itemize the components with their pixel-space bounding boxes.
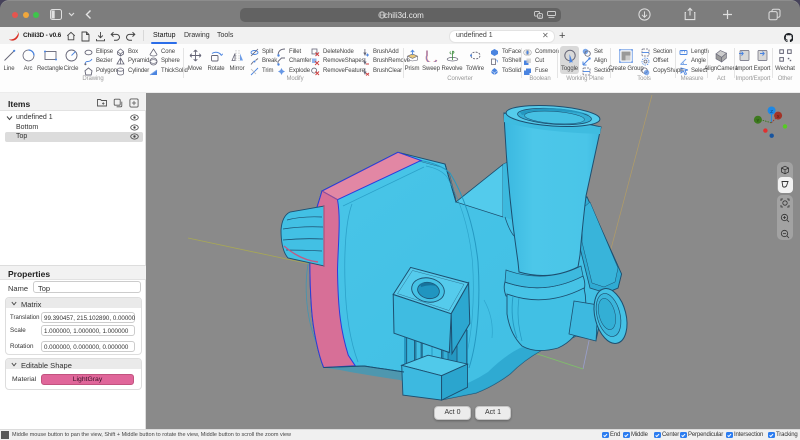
svg-text:X: X	[777, 114, 780, 119]
svg-text:Y: Y	[756, 118, 759, 123]
svg-text:あ: あ	[538, 14, 542, 19]
svg-text:Z: Z	[770, 109, 773, 114]
